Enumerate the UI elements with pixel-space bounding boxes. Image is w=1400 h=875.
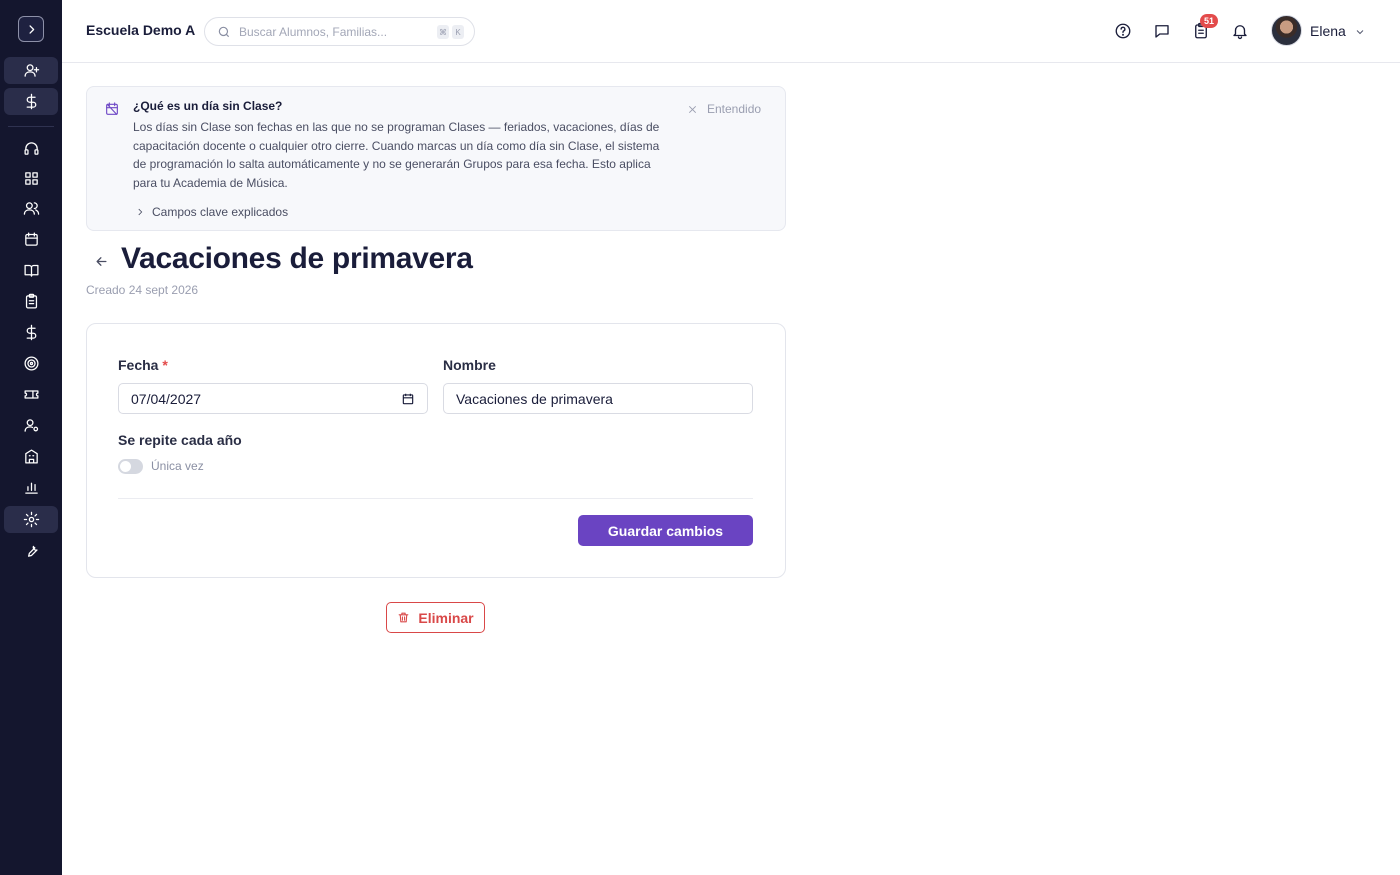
dollar-icon (26, 93, 36, 110)
sidebar-item-staff[interactable] (4, 412, 58, 439)
key-fields-label: Campos clave explicados (152, 205, 289, 219)
user-name[interactable]: Elena (1310, 23, 1346, 39)
sidebar-item-support[interactable] (4, 135, 58, 162)
sidebar-item-courses[interactable] (4, 257, 58, 284)
sidebar-item-students[interactable] (4, 195, 58, 222)
arrow-left-icon (96, 256, 106, 266)
date-value: 07/04/2027 (131, 390, 202, 407)
info-banner: ¿Qué es un día sin Clase? Los días sin C… (86, 86, 786, 231)
sidebar-toggle-button[interactable] (18, 16, 44, 42)
repeat-label: Se repite cada año (118, 432, 242, 448)
banner-dismiss-button[interactable]: Entendido (687, 102, 761, 116)
sidebar-item-tasks[interactable] (4, 288, 58, 315)
school-name[interactable]: Escuela Demo A (86, 22, 195, 38)
sidebar-item-payments-quick[interactable] (4, 88, 58, 115)
sidebar-item-tickets[interactable] (4, 381, 58, 408)
chevron-down-icon (1356, 30, 1364, 35)
trash-icon (399, 612, 409, 623)
tasks-count-badge: 51 (1200, 14, 1218, 28)
date-label-text: Fecha (118, 357, 159, 373)
headset-icon (23, 142, 39, 155)
shortcut-key-cmd: ⌘ (437, 25, 449, 39)
close-icon (688, 105, 697, 113)
sidebar-item-calendar[interactable] (4, 226, 58, 253)
sidebar-item-settings[interactable] (4, 506, 58, 533)
name-label: Nombre (443, 357, 496, 373)
toggle-knob (120, 461, 131, 472)
message-square-icon (1155, 25, 1169, 38)
wrench-icon (27, 545, 38, 557)
sidebar-item-tools[interactable] (4, 537, 58, 564)
book-icon (23, 264, 39, 277)
chevron-right-icon (138, 208, 143, 216)
help-circle-icon (1115, 23, 1131, 39)
sidebar-divider (8, 126, 54, 127)
dollar-icon (26, 324, 36, 341)
building-icon (24, 449, 38, 464)
user-settings-icon (23, 419, 38, 432)
repeat-yearly-toggle[interactable] (118, 459, 143, 474)
key-fields-expander[interactable]: Campos clave explicados (135, 205, 288, 219)
name-value: Vacaciones de primavera (456, 390, 613, 407)
bell-icon (1233, 25, 1247, 40)
sidebar-item-dashboard[interactable] (4, 165, 58, 192)
banner-body: Los días sin Clase son fechas en las que… (133, 120, 660, 190)
user-plus-icon (23, 64, 39, 77)
shortcut-key-k: K (452, 25, 464, 39)
sidebar-item-add-student[interactable] (4, 57, 58, 84)
required-mark: * (162, 357, 168, 373)
chevron-right-icon (28, 24, 34, 34)
clipboard-icon (25, 293, 37, 309)
calendar-picker-icon[interactable] (401, 392, 415, 409)
sidebar-item-reports[interactable] (4, 474, 58, 501)
delete-button[interactable]: Eliminar (386, 602, 485, 633)
back-button[interactable] (91, 251, 111, 271)
page-title: Vacaciones de primavera (121, 242, 473, 275)
banner-title: ¿Qué es un día sin Clase? (133, 99, 283, 113)
dashboard-icon (24, 172, 38, 185)
target-icon (23, 356, 39, 371)
sidebar-item-locations[interactable] (4, 443, 58, 470)
search-input[interactable]: Buscar Alumnos, Familias... ⌘ K (204, 17, 475, 46)
delete-label: Eliminar (418, 609, 474, 626)
form-divider (118, 498, 753, 499)
notifications-button[interactable] (1230, 21, 1250, 41)
sidebar-item-goals[interactable] (4, 350, 58, 377)
search-icon (218, 26, 230, 37)
help-button[interactable] (1113, 21, 1133, 41)
ticket-icon (23, 390, 39, 399)
messages-button[interactable] (1152, 21, 1172, 41)
calendar-icon (24, 232, 38, 246)
created-date: Creado 24 sept 2026 (86, 283, 199, 297)
banner-dismiss-label: Entendido (707, 102, 762, 116)
date-field[interactable]: 07/04/2027 (118, 383, 428, 414)
search-placeholder: Buscar Alumnos, Familias... (239, 24, 388, 39)
calendar-off-icon (104, 101, 122, 119)
users-icon (23, 202, 39, 215)
sidebar (0, 0, 62, 875)
name-field[interactable]: Vacaciones de primavera (443, 383, 753, 414)
bar-chart-icon (24, 482, 38, 494)
repeat-toggle-label: Única vez (151, 459, 204, 473)
sidebar-item-billing[interactable] (4, 319, 58, 346)
user-menu-toggle[interactable] (1354, 25, 1366, 43)
gear-icon (23, 511, 39, 528)
avatar[interactable] (1271, 15, 1302, 46)
save-changes-button[interactable]: Guardar cambios (578, 515, 753, 546)
date-label: Fecha * (118, 357, 168, 373)
